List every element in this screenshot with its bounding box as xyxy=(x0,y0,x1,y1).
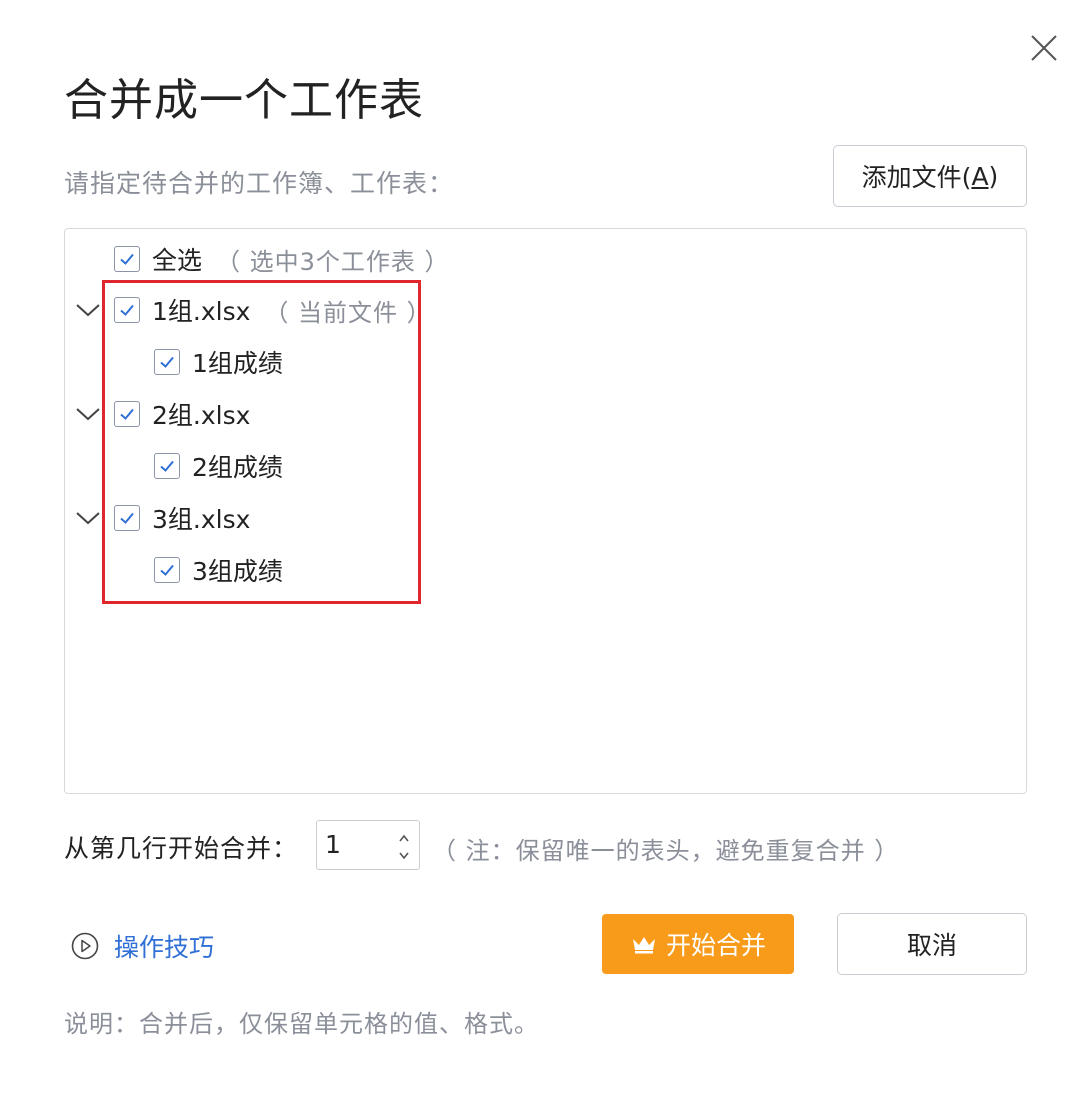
start-merge-button[interactable]: 开始合并 xyxy=(602,914,794,974)
add-file-accelerator: A xyxy=(971,161,989,191)
file-checkbox-2[interactable] xyxy=(114,401,140,427)
crown-icon xyxy=(632,937,655,954)
check-icon xyxy=(160,460,174,472)
chevron-down-icon xyxy=(76,408,100,421)
caret-down-icon xyxy=(399,852,409,860)
check-icon xyxy=(120,253,134,265)
file-row-3[interactable]: 3组.xlsx xyxy=(114,500,250,536)
cancel-button[interactable]: 取消 xyxy=(837,913,1027,975)
file-checkbox-3[interactable] xyxy=(114,505,140,531)
footnote-text: 说明：合并后，仅保留单元格的值、格式。 xyxy=(64,1010,539,1038)
stepper-up-button[interactable] xyxy=(395,830,413,844)
sheet-row-3[interactable]: 3组成绩 xyxy=(154,552,283,588)
instruction-text: 请指定待合并的工作簿、工作表： xyxy=(64,169,455,198)
sheet-name-2: 2组成绩 xyxy=(192,453,283,482)
dialog-title: 合并成一个工作表 xyxy=(64,75,424,126)
sheet-name-1: 1组成绩 xyxy=(192,349,283,378)
expand-toggle-file-3[interactable] xyxy=(74,508,102,528)
select-all-label: 全选 xyxy=(152,246,203,275)
add-file-label-pre: 添加文件( xyxy=(861,163,972,192)
play-circle-icon xyxy=(71,932,99,960)
close-button[interactable] xyxy=(1022,26,1066,70)
chevron-down-icon xyxy=(76,304,100,317)
start-row-stepper xyxy=(316,820,420,870)
sheet-checkbox-1[interactable] xyxy=(154,349,180,375)
close-icon xyxy=(1031,35,1057,61)
check-icon xyxy=(160,356,174,368)
start-row-note: （ 注：保留唯一的表头，避免重复合并 ） xyxy=(432,837,900,865)
check-icon xyxy=(120,512,134,524)
stepper-down-button[interactable] xyxy=(395,848,413,862)
select-all-row[interactable]: 全选 （ 选中3个工作表 ） xyxy=(114,241,450,277)
add-file-label-post: ) xyxy=(988,161,999,191)
file-note-1: （ 当前文件 ） xyxy=(264,298,432,327)
start-row-label: 从第几行开始合并： xyxy=(64,834,299,863)
sheet-name-3: 3组成绩 xyxy=(192,557,283,586)
file-name-3: 3组.xlsx xyxy=(152,505,251,534)
tips-label: 操作技巧 xyxy=(114,933,215,962)
file-row-2[interactable]: 2组.xlsx xyxy=(114,396,250,432)
add-file-button[interactable]: 添加文件(A) xyxy=(833,145,1027,207)
expand-toggle-file-2[interactable] xyxy=(74,404,102,424)
chevron-down-icon xyxy=(76,512,100,525)
file-row-1[interactable]: 1组.xlsx （ 当前文件 ） xyxy=(114,292,432,328)
file-name-1: 1组.xlsx xyxy=(152,297,251,326)
file-checkbox-1[interactable] xyxy=(114,297,140,323)
check-icon xyxy=(160,564,174,576)
sheet-checkbox-2[interactable] xyxy=(154,453,180,479)
select-all-checkbox[interactable] xyxy=(114,246,140,272)
sheet-checkbox-3[interactable] xyxy=(154,557,180,583)
start-merge-label: 开始合并 xyxy=(665,931,766,960)
start-row-input[interactable] xyxy=(325,830,385,859)
merge-sheets-dialog: 合并成一个工作表 请指定待合并的工作簿、工作表： 添加文件(A) 全选 （ 选中… xyxy=(0,0,1092,1098)
tips-link[interactable]: 操作技巧 xyxy=(70,928,214,964)
caret-up-icon xyxy=(399,834,409,842)
check-icon xyxy=(120,304,134,316)
check-icon xyxy=(120,408,134,420)
sheet-row-2[interactable]: 2组成绩 xyxy=(154,448,283,484)
sheet-row-1[interactable]: 1组成绩 xyxy=(154,344,283,380)
expand-toggle-file-1[interactable] xyxy=(74,300,102,320)
file-name-2: 2组.xlsx xyxy=(152,401,251,430)
select-all-note: （ 选中3个工作表 ） xyxy=(216,247,450,276)
